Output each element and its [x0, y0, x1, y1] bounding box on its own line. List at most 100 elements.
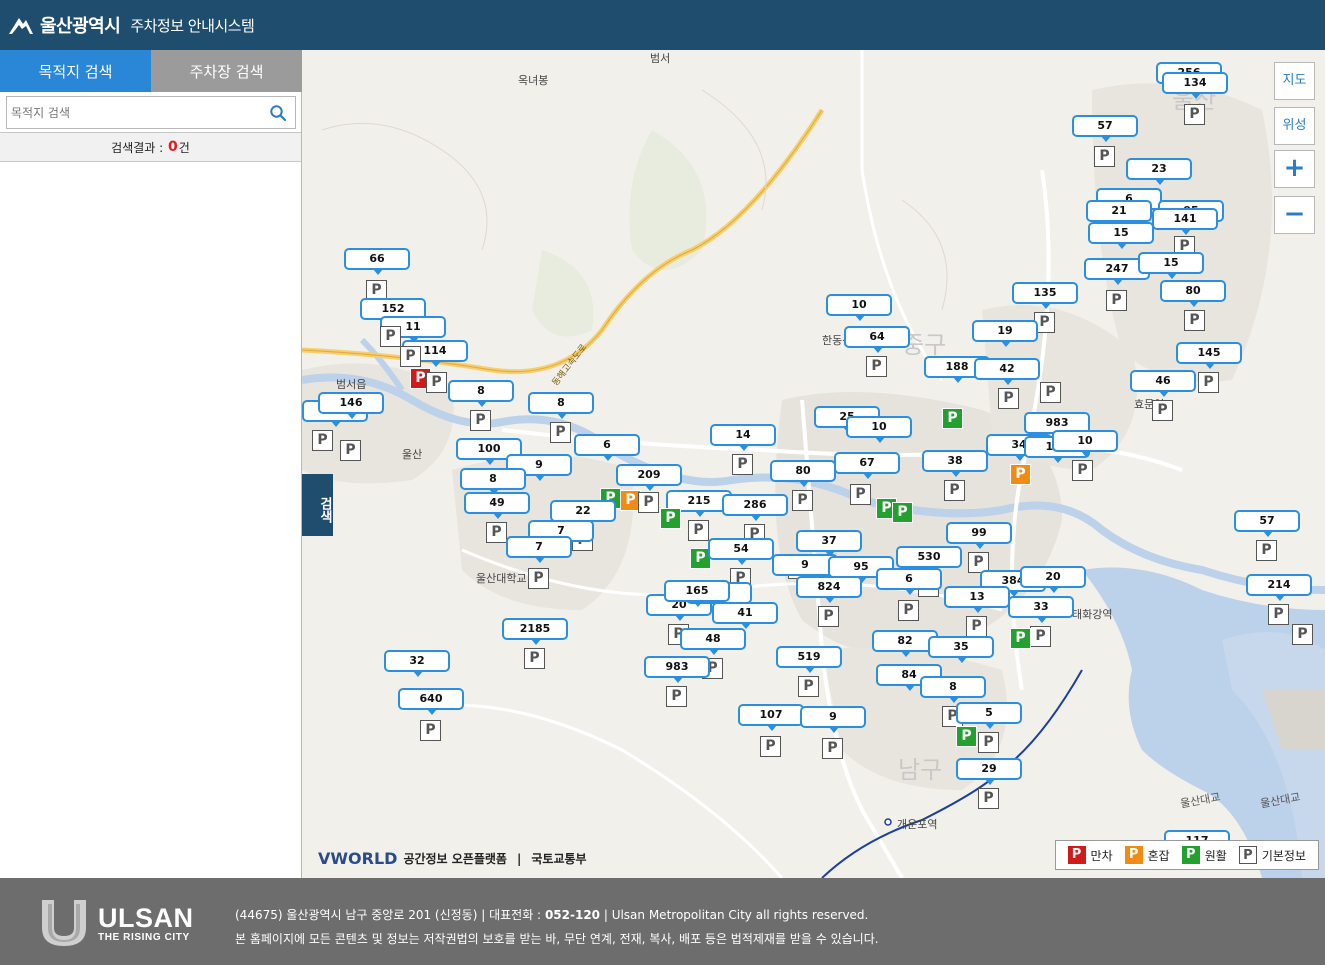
- parking-basic-icon[interactable]: P: [898, 600, 919, 621]
- parking-count-pin[interactable]: 99: [946, 522, 1012, 549]
- parking-basic-icon[interactable]: P: [798, 676, 819, 697]
- parking-count-pin[interactable]: 134: [1162, 72, 1228, 99]
- parking-count-pin[interactable]: 10: [1052, 430, 1118, 457]
- parking-count-pin[interactable]: 33: [1008, 596, 1074, 623]
- parking-basic-icon[interactable]: P: [1256, 540, 1277, 561]
- parking-count-pin[interactable]: 49: [464, 492, 530, 519]
- parking-count-pin[interactable]: 6: [574, 434, 640, 461]
- parking-basic-icon[interactable]: P: [340, 440, 361, 461]
- parking-basic-icon[interactable]: P: [550, 422, 571, 443]
- parking-basic-icon[interactable]: P: [966, 616, 987, 637]
- parking-count-pin[interactable]: 64: [844, 326, 910, 353]
- parking-count-pin[interactable]: 145: [1176, 342, 1242, 369]
- parking-basic-icon[interactable]: P: [524, 648, 545, 669]
- parking-count-pin[interactable]: 66: [344, 248, 410, 275]
- parking-basic-icon[interactable]: P: [1040, 382, 1061, 403]
- parking-smooth-icon[interactable]: P: [1010, 628, 1031, 649]
- parking-basic-icon[interactable]: P: [688, 520, 709, 541]
- parking-count-pin[interactable]: 37: [796, 530, 862, 557]
- parking-basic-icon[interactable]: P: [1198, 372, 1219, 393]
- parking-basic-icon[interactable]: P: [1072, 460, 1093, 481]
- parking-smooth-icon[interactable]: P: [892, 502, 913, 523]
- parking-count-pin[interactable]: 32: [384, 650, 450, 677]
- search-icon[interactable]: [269, 104, 287, 122]
- parking-count-pin[interactable]: 9: [800, 706, 866, 733]
- parking-count-pin[interactable]: 57: [1072, 115, 1138, 142]
- parking-count-pin[interactable]: 54: [708, 538, 774, 565]
- parking-basic-icon[interactable]: P: [1106, 290, 1127, 311]
- zoom-out-button[interactable]: −: [1274, 196, 1315, 234]
- parking-count-pin[interactable]: 107: [738, 704, 804, 731]
- parking-basic-icon[interactable]: P: [400, 346, 421, 367]
- parking-count-pin[interactable]: 41: [712, 602, 778, 629]
- parking-count-pin[interactable]: 286: [722, 494, 788, 521]
- parking-count-pin[interactable]: 6: [876, 568, 942, 595]
- parking-count-pin[interactable]: 42: [974, 358, 1040, 385]
- parking-count-pin[interactable]: 38: [922, 450, 988, 477]
- parking-basic-icon[interactable]: P: [944, 480, 965, 501]
- parking-basic-icon[interactable]: P: [1184, 310, 1205, 331]
- parking-busy-icon[interactable]: P: [1010, 464, 1031, 485]
- parking-basic-icon[interactable]: P: [638, 492, 659, 513]
- parking-basic-icon[interactable]: P: [732, 454, 753, 475]
- parking-count-pin[interactable]: 10: [846, 416, 912, 443]
- parking-count-pin[interactable]: 23: [1126, 158, 1192, 185]
- zoom-in-button[interactable]: +: [1274, 150, 1315, 188]
- parking-count-pin[interactable]: 15: [1138, 252, 1204, 279]
- parking-count-pin[interactable]: 48: [680, 628, 746, 655]
- tab-destination-search[interactable]: 목적지 검색: [0, 50, 151, 92]
- parking-smooth-icon[interactable]: P: [660, 508, 681, 529]
- parking-basic-icon[interactable]: P: [978, 732, 999, 753]
- parking-smooth-icon[interactable]: P: [942, 408, 963, 429]
- parking-count-pin[interactable]: 135: [1012, 282, 1078, 309]
- parking-basic-icon[interactable]: P: [1094, 146, 1115, 167]
- map-view[interactable]: 범서 옥녀봉 범서읍 울산 한동산대 중구 효문역 울산대학교 남구 개운포역 …: [302, 50, 1325, 878]
- parking-count-pin[interactable]: 80: [770, 460, 836, 487]
- parking-basic-icon[interactable]: P: [420, 720, 441, 741]
- parking-count-pin[interactable]: 824: [796, 576, 862, 603]
- parking-basic-icon[interactable]: P: [528, 568, 549, 589]
- parking-basic-icon[interactable]: P: [312, 430, 333, 451]
- parking-count-pin[interactable]: 7: [506, 536, 572, 563]
- parking-count-pin[interactable]: 8: [920, 676, 986, 703]
- parking-basic-icon[interactable]: P: [470, 410, 491, 431]
- parking-basic-icon[interactable]: P: [1184, 104, 1205, 125]
- parking-count-pin[interactable]: 13: [944, 586, 1010, 613]
- parking-basic-icon[interactable]: P: [1152, 400, 1173, 421]
- parking-count-pin[interactable]: 519: [776, 646, 842, 673]
- parking-basic-icon[interactable]: P: [486, 522, 507, 543]
- parking-count-pin[interactable]: 8: [460, 468, 526, 495]
- parking-basic-icon[interactable]: P: [1268, 604, 1289, 625]
- map-view-button[interactable]: 지도: [1274, 62, 1315, 100]
- parking-basic-icon[interactable]: P: [998, 388, 1019, 409]
- parking-count-pin[interactable]: 46: [1130, 370, 1196, 397]
- parking-count-pin[interactable]: 57: [1234, 510, 1300, 537]
- parking-count-pin[interactable]: 29: [956, 758, 1022, 785]
- parking-count-pin[interactable]: 214: [1246, 574, 1312, 601]
- parking-count-pin[interactable]: 67: [834, 452, 900, 479]
- parking-basic-icon[interactable]: P: [666, 686, 687, 707]
- parking-count-pin[interactable]: 21: [1086, 200, 1152, 227]
- parking-count-pin[interactable]: 10: [826, 294, 892, 321]
- parking-basic-icon[interactable]: P: [1292, 624, 1313, 645]
- parking-count-pin[interactable]: 530: [896, 546, 962, 573]
- parking-count-pin[interactable]: 5: [956, 702, 1022, 729]
- parking-count-pin[interactable]: 8: [528, 392, 594, 419]
- satellite-view-button[interactable]: 위성: [1274, 107, 1315, 145]
- parking-basic-icon[interactable]: P: [978, 788, 999, 809]
- parking-count-pin[interactable]: 15: [1088, 222, 1154, 249]
- parking-count-pin[interactable]: 19: [972, 320, 1038, 347]
- parking-count-pin[interactable]: 22: [550, 500, 616, 527]
- parking-count-pin[interactable]: 20: [1020, 566, 1086, 593]
- parking-smooth-icon[interactable]: P: [956, 726, 977, 747]
- parking-count-pin[interactable]: 80: [1160, 280, 1226, 307]
- parking-count-pin[interactable]: 8: [448, 380, 514, 407]
- search-panel-toggle[interactable]: 검색: [302, 474, 333, 536]
- parking-basic-icon[interactable]: P: [760, 736, 781, 757]
- parking-basic-icon[interactable]: P: [792, 490, 813, 511]
- parking-count-pin[interactable]: 35: [928, 636, 994, 663]
- parking-count-pin[interactable]: 165: [664, 580, 730, 607]
- parking-basic-icon[interactable]: P: [380, 326, 401, 347]
- site-logo[interactable]: 울산광역시 주차정보 안내시스템: [8, 12, 255, 38]
- parking-count-pin[interactable]: 983: [644, 656, 710, 683]
